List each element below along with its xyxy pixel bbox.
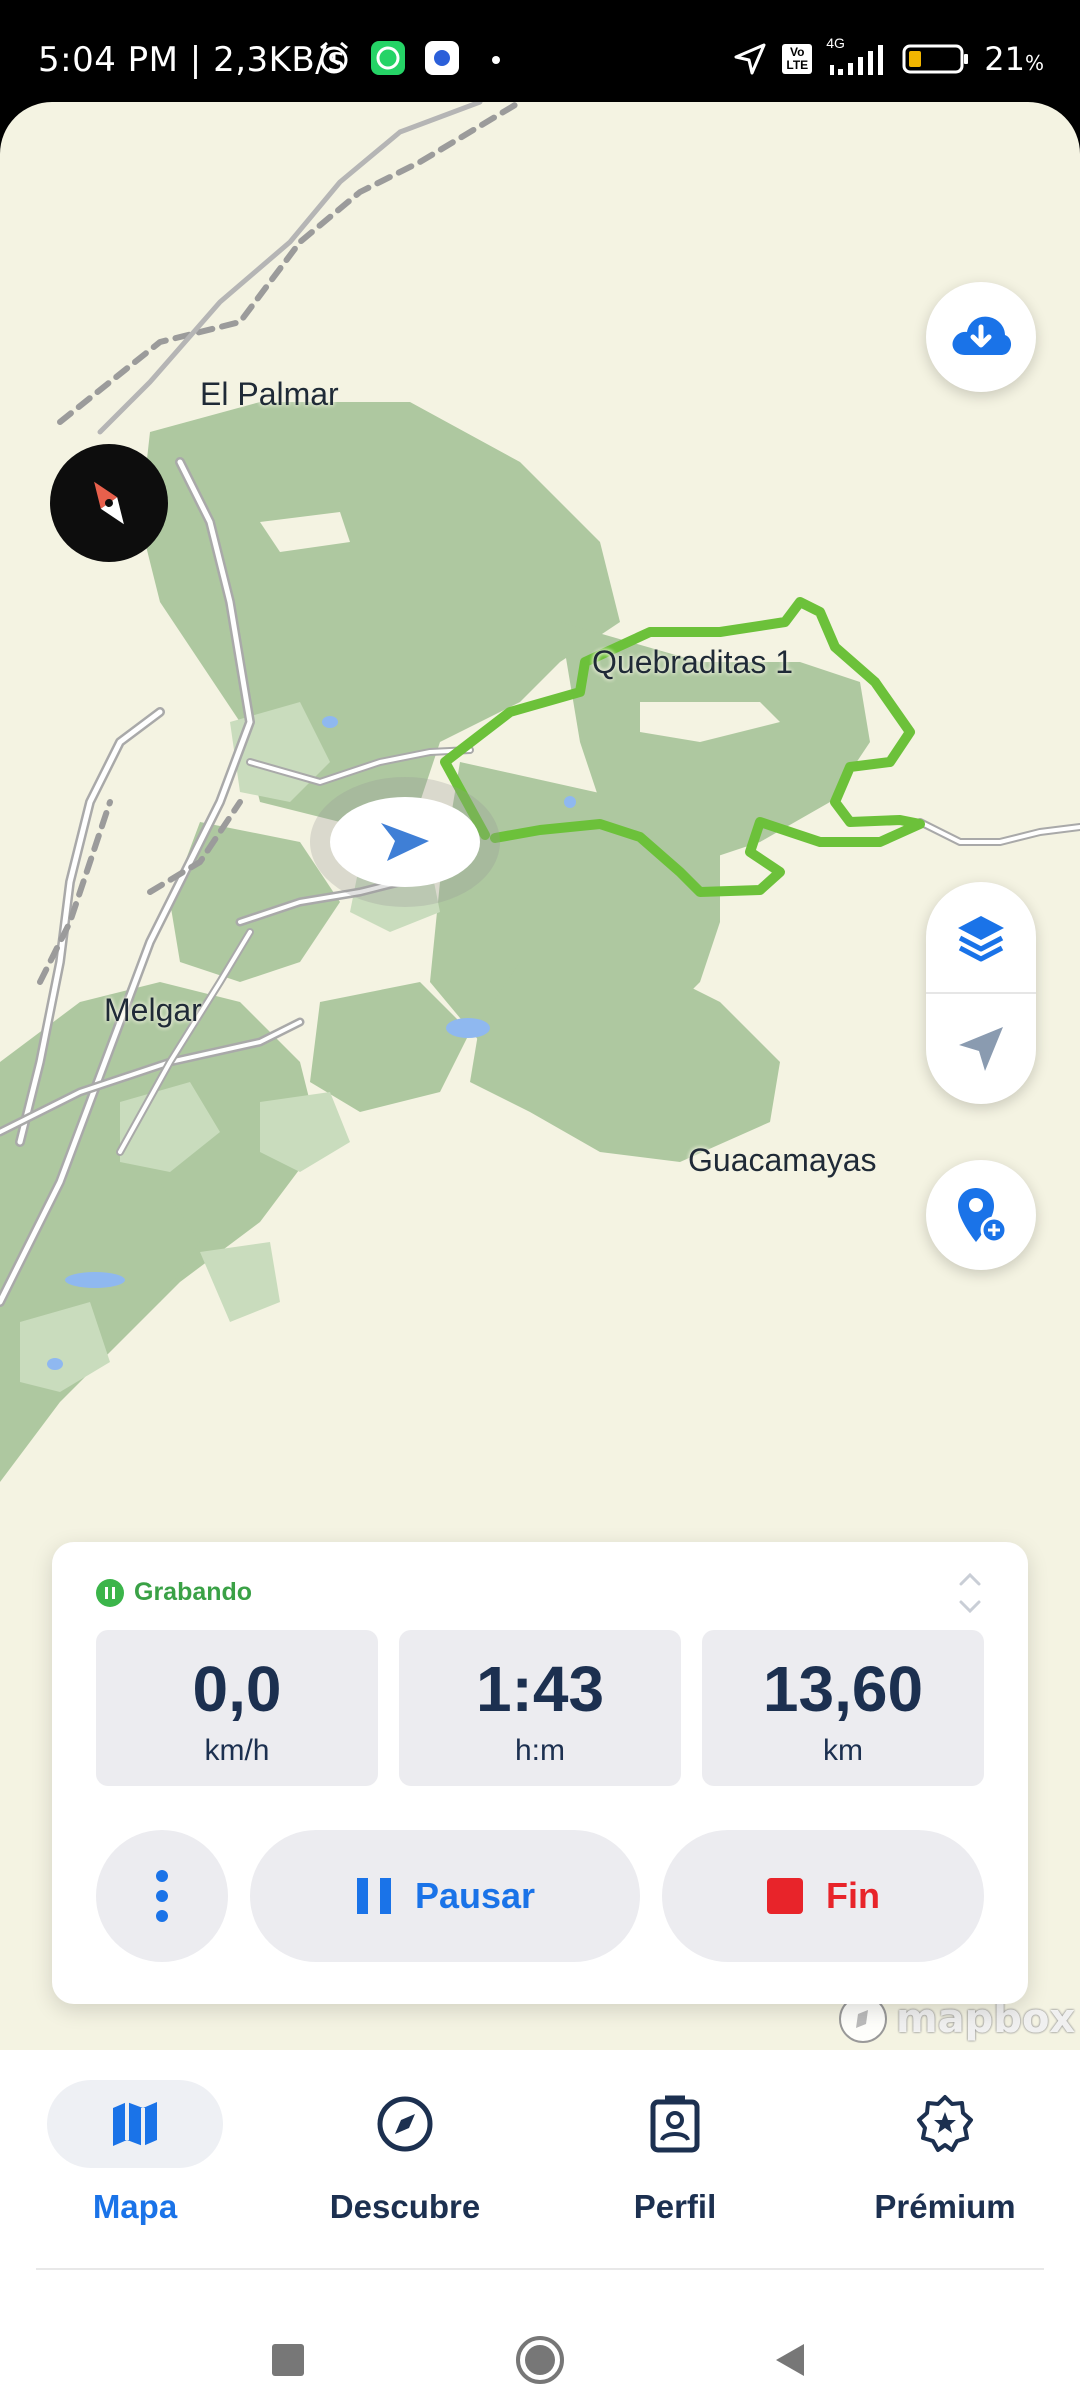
navigation-arrow-icon [959, 1026, 1003, 1071]
battery-level: 21% [984, 40, 1044, 78]
premium-badge-icon [917, 2095, 973, 2152]
finish-button[interactable]: Fin [662, 1830, 984, 1962]
home-circle-icon [516, 2336, 564, 2384]
distance-value: 13,60 [762, 1653, 924, 1725]
pause-label: Pausar [414, 1875, 536, 1916]
duration-stat: 1:43 h:m [399, 1630, 681, 1786]
nav-label-perfil: Perfil [633, 2188, 717, 2225]
profile-icon [650, 2095, 700, 2153]
duration-unit: h:m [514, 1734, 565, 1767]
finish-label: Fin [826, 1875, 880, 1916]
place-label-quebraditas: Quebraditas 1 [592, 644, 794, 680]
recording-status: Grabando [96, 1578, 252, 1607]
nav-item-premium[interactable]: Prémium [835, 2080, 1065, 2250]
nav-item-descubre[interactable]: Descubre [295, 2080, 525, 2250]
status-time-speed: 5:04 PM | 2,3KB/s [38, 40, 346, 80]
alarm-icon [316, 40, 352, 76]
square-icon [272, 2344, 304, 2376]
speed-unit: km/h [204, 1734, 270, 1767]
back-triangle-icon [776, 2344, 804, 2376]
map-controls-group [926, 882, 1036, 1104]
whatsapp-icon [370, 40, 406, 76]
chevron-up-down-icon [959, 1572, 981, 1614]
current-position-marker [330, 797, 480, 887]
forest-areas [0, 402, 870, 1482]
dot-icon [478, 40, 514, 76]
heading-arrow-icon [381, 823, 429, 861]
nav-icon-wrap [857, 2080, 1033, 2168]
nav-active-pill [47, 2080, 223, 2168]
layers-icon [958, 915, 1004, 961]
status-right-icons: Vo LTE 4G 21% [732, 35, 1044, 78]
recents-button[interactable] [248, 2320, 328, 2400]
place-label-melgar: Melgar [104, 992, 202, 1028]
volte-text: Vo LTE [786, 45, 809, 72]
nav-icon-wrap [317, 2080, 493, 2168]
place-label-guacamayas: Guacamayas [688, 1142, 877, 1178]
duration-value: 1:43 [475, 1653, 605, 1725]
add-waypoint-button[interactable] [926, 1160, 1036, 1270]
recording-panel: Grabando 0,0 km/h 1:43 h:m 13,60 km Paus… [52, 1542, 1028, 2004]
battery-unit: % [1024, 51, 1044, 75]
nav-item-mapa[interactable]: Mapa [25, 2080, 255, 2250]
bottom-navigation: Mapa Descubre Perfil Prémium [0, 2050, 1080, 2400]
battery-percent: 21 [984, 40, 1025, 78]
app-icon [424, 40, 460, 76]
download-icon [952, 316, 1012, 355]
pause-icon [356, 1878, 391, 1914]
distance-stat: 13,60 km [702, 1630, 984, 1786]
battery-icon [902, 41, 970, 77]
pause-button[interactable]: Pausar [250, 1830, 640, 1962]
speed-value: 0,0 [192, 1653, 282, 1725]
nav-label-descubre: Descubre [329, 2188, 481, 2225]
speed-stat: 0,0 km/h [96, 1630, 378, 1786]
expand-panel-button[interactable] [950, 1568, 990, 1618]
more-vertical-icon [156, 1870, 168, 1922]
nav-label-mapa: Mapa [92, 2188, 178, 2225]
layers-button[interactable] [926, 882, 1036, 993]
add-location-icon [958, 1188, 1008, 1244]
more-options-button[interactable] [96, 1830, 228, 1962]
distance-unit: km [823, 1734, 863, 1767]
recenter-button[interactable] [926, 993, 1036, 1104]
home-button[interactable] [500, 2320, 580, 2400]
stop-icon [767, 1878, 803, 1914]
recording-pause-indicator-icon [96, 1578, 124, 1607]
status-left-icons [316, 40, 514, 76]
nav-icon-wrap [587, 2080, 763, 2168]
place-label-el-palmar: El Palmar [200, 376, 339, 412]
nav-label-premium: Prémium [874, 2188, 1016, 2225]
download-map-button[interactable] [926, 282, 1036, 392]
compass-icon[interactable] [50, 444, 168, 562]
compass-icon [377, 2096, 433, 2152]
nav-divider [36, 2268, 1044, 2270]
nav-item-perfil[interactable]: Perfil [565, 2080, 795, 2250]
volte-badge: Vo LTE [782, 44, 813, 74]
location-arrow-icon [732, 41, 768, 77]
signal-icon: 4G [826, 35, 888, 77]
back-button[interactable] [750, 2320, 830, 2400]
map-icon [113, 2102, 157, 2146]
recording-status-text: Grabando [134, 1578, 253, 1606]
status-bar: 5:04 PM | 2,3KB/s Vo LTE 4G 21% [0, 0, 1080, 102]
